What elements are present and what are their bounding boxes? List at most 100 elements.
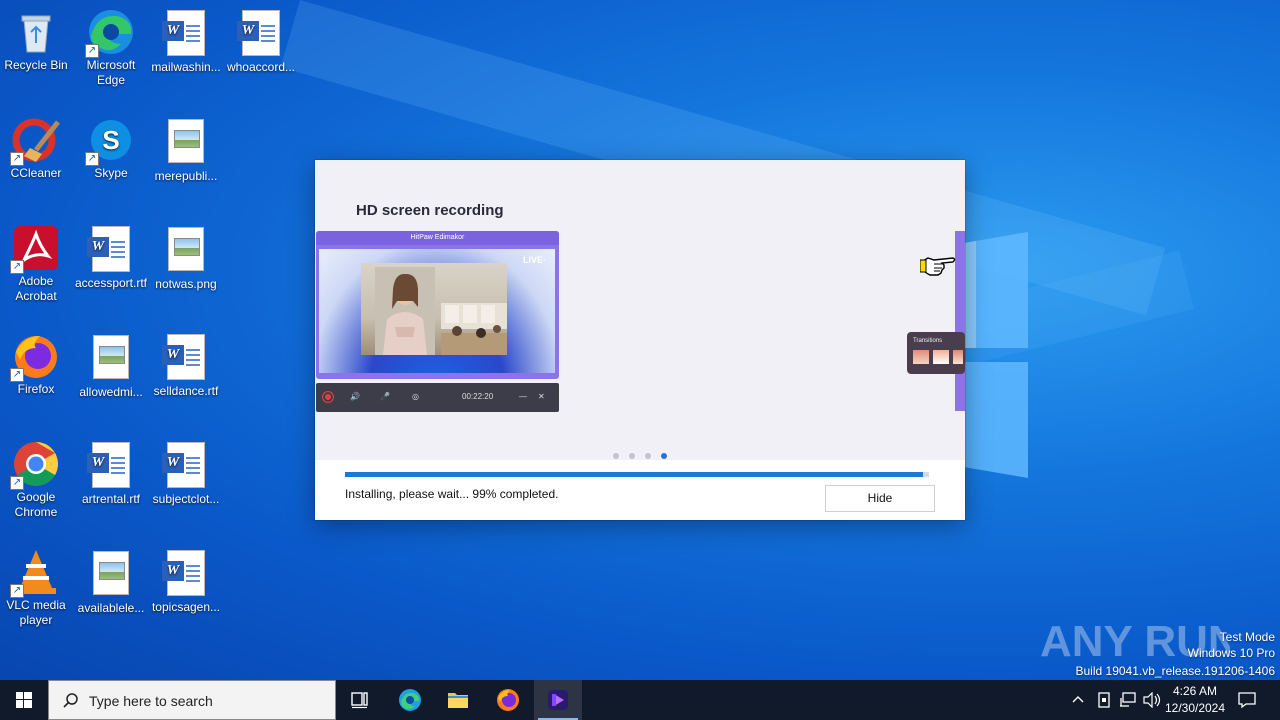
task-view-icon bbox=[351, 692, 368, 709]
person-image bbox=[375, 267, 435, 355]
taskbar: Type here to search 4:26 AM 12/30/2024 bbox=[0, 680, 1280, 720]
app-preview-title: HitPaw Edimakor bbox=[316, 231, 559, 245]
word-icon: W bbox=[162, 442, 210, 490]
device-icon bbox=[1098, 692, 1110, 708]
desktop-icon-label: whoaccord... bbox=[226, 60, 296, 74]
test-mode-label: Test Mode bbox=[1219, 630, 1275, 644]
desktop-icon-google-chrome[interactable]: ↗ Google Chrome bbox=[0, 440, 74, 520]
ccleaner-icon: ↗ bbox=[10, 116, 60, 166]
desktop: Recycle Bin ↗ Microsoft Edge Wmailwashin...… bbox=[0, 0, 1280, 680]
desktop-icon-recycle-bin[interactable]: Recycle Bin bbox=[0, 8, 74, 73]
desktop-icon-microsoft-edge[interactable]: ↗ Microsoft Edge bbox=[73, 8, 149, 88]
desktop-icon-ccleaner[interactable]: ↗ CCleaner bbox=[0, 116, 74, 181]
notification-icon bbox=[1238, 692, 1256, 709]
desktop-icon-label: Skype bbox=[94, 166, 128, 180]
firefox-icon: ↗ bbox=[10, 332, 60, 382]
desktop-icon-label: merepubli... bbox=[154, 169, 218, 183]
desktop-icon-label: Google Chrome bbox=[14, 490, 58, 519]
desktop-icon-subjectclot[interactable]: Wsubjectclot... bbox=[148, 440, 224, 507]
search-icon bbox=[63, 693, 78, 708]
desktop-icon-artrental[interactable]: Wartrental.rtf bbox=[73, 440, 149, 507]
progress-fill bbox=[345, 472, 924, 477]
windows-logo-icon bbox=[958, 232, 1028, 478]
hide-button[interactable]: Hide bbox=[825, 485, 935, 512]
word-icon: W bbox=[162, 550, 210, 598]
word-icon: W bbox=[237, 10, 285, 58]
preview-canvas: LIVE· bbox=[319, 249, 555, 373]
record-icon bbox=[322, 391, 334, 403]
desktop-icon-availablele[interactable]: availablele... bbox=[73, 548, 149, 616]
taskbar-firefox[interactable] bbox=[484, 680, 532, 720]
tray-clock[interactable]: 4:26 AM 12/30/2024 bbox=[1164, 680, 1226, 720]
desktop-icon-label: topicsagen... bbox=[151, 600, 221, 614]
desktop-icon-accessport[interactable]: Waccessport.rtf bbox=[73, 224, 149, 291]
desktop-icon-topicsagen[interactable]: Wtopicsagen... bbox=[148, 548, 224, 615]
camera-icon: ◎ bbox=[412, 392, 419, 401]
desktop-icon-label: selldance.rtf bbox=[153, 384, 219, 398]
desktop-icon-mailwashin[interactable]: Wmailwashin... bbox=[148, 8, 224, 75]
slide-dot-active[interactable] bbox=[661, 453, 667, 459]
feature-slide: HD screen recording HitPaw Edimakor LIVE… bbox=[315, 160, 965, 460]
close-icon: ✕ bbox=[538, 392, 545, 401]
desktop-icon-notwas[interactable]: notwas.png bbox=[148, 224, 224, 292]
desktop-icon-adobe-acrobat[interactable]: ↗ Adobe Acrobat bbox=[0, 224, 74, 304]
minimize-icon: — bbox=[519, 392, 527, 401]
hand-cursor-icon bbox=[920, 257, 956, 276]
microphone-icon: 🎤 bbox=[380, 392, 390, 401]
desktop-icon-label: subjectclot... bbox=[152, 492, 220, 506]
desktop-icon-label: artrental.rtf bbox=[81, 492, 141, 506]
desktop-icon-label: allowedmi... bbox=[79, 385, 143, 399]
speaker-icon bbox=[1143, 692, 1161, 708]
word-icon: W bbox=[162, 334, 210, 382]
desktop-icon-label: Recycle Bin bbox=[4, 58, 68, 72]
desktop-icon-firefox[interactable]: ↗ Firefox bbox=[0, 332, 74, 397]
shortcut-arrow-icon: ↗ bbox=[10, 584, 24, 598]
taskbar-search[interactable]: Type here to search bbox=[48, 680, 336, 720]
vlc-icon: ↗ bbox=[10, 548, 60, 598]
recording-timer: 00:22:20 bbox=[462, 392, 494, 401]
slide-pagination bbox=[613, 446, 677, 460]
word-icon: W bbox=[87, 226, 135, 274]
desktop-icon-whoaccord[interactable]: Wwhoaccord... bbox=[223, 8, 299, 75]
start-button[interactable] bbox=[0, 680, 48, 720]
slide-title: HD screen recording bbox=[356, 202, 504, 219]
image-icon bbox=[87, 335, 135, 383]
slide-dot[interactable] bbox=[629, 453, 635, 459]
desktop-icon-selldance[interactable]: Wselldance.rtf bbox=[148, 332, 224, 399]
desktop-icon-label: Microsoft Edge bbox=[86, 58, 136, 87]
desktop-icon-label: CCleaner bbox=[10, 166, 62, 180]
folder-icon bbox=[448, 693, 468, 708]
taskbar-edge[interactable] bbox=[386, 680, 434, 720]
slide-dot[interactable] bbox=[613, 453, 619, 459]
taskbar-hitpaw[interactable] bbox=[534, 680, 582, 720]
recording-controls: 🔊 🎤 ◎ 00:22:20 — ✕ bbox=[316, 383, 559, 412]
shortcut-arrow-icon: ↗ bbox=[10, 152, 24, 166]
search-placeholder: Type here to search bbox=[89, 693, 213, 709]
recycle-icon bbox=[12, 8, 60, 56]
slide-dot[interactable] bbox=[645, 453, 651, 459]
task-view-button[interactable] bbox=[336, 680, 384, 720]
shortcut-arrow-icon: ↗ bbox=[85, 44, 99, 58]
desktop-icon-label: accessport.rtf bbox=[74, 276, 148, 290]
shortcut-arrow-icon: ↗ bbox=[10, 260, 24, 274]
desktop-icon-label: availablele... bbox=[77, 601, 145, 615]
firefox-icon bbox=[497, 689, 519, 711]
desktop-icon-allowedmi[interactable]: allowedmi... bbox=[73, 332, 149, 400]
taskbar-file-explorer[interactable] bbox=[434, 680, 482, 720]
desktop-icon-vlc[interactable]: ↗ VLC media player bbox=[0, 548, 74, 628]
desktop-icon-skype[interactable]: S ↗ Skype bbox=[73, 116, 149, 181]
network-icon bbox=[1120, 692, 1136, 707]
desktop-icon-merepubli[interactable]: merepubli... bbox=[148, 116, 224, 184]
skype-icon: S ↗ bbox=[85, 116, 135, 166]
word-icon: W bbox=[87, 442, 135, 490]
app-preview: HitPaw Edimakor LIVE· bbox=[316, 231, 559, 379]
build-label: Build 19041.vb_release.191206-1406 bbox=[1075, 664, 1276, 678]
live-badge: LIVE· bbox=[522, 255, 546, 265]
image-icon bbox=[162, 119, 210, 167]
desktop-icon-label: VLC media player bbox=[6, 598, 66, 627]
desktop-icon-label: Firefox bbox=[17, 382, 55, 396]
word-icon: W bbox=[162, 10, 210, 58]
clock-time: 4:26 AM bbox=[1172, 684, 1218, 698]
edge-icon: ↗ bbox=[85, 8, 135, 58]
transitions-panel: Transitions bbox=[907, 332, 965, 374]
